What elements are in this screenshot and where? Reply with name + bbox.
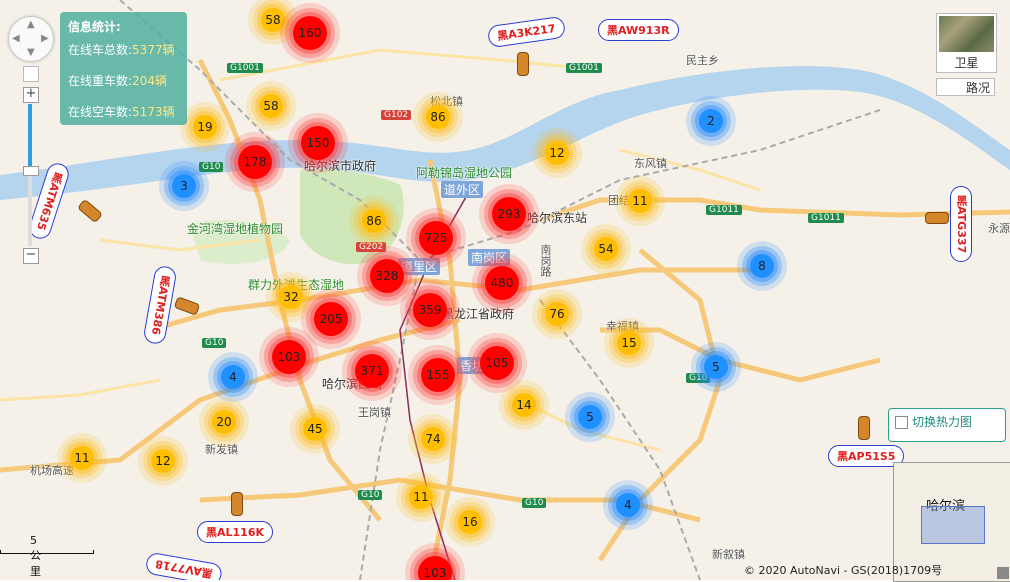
pan-left-icon[interactable]: ◀ [12, 33, 20, 44]
car-icon[interactable] [231, 492, 243, 516]
stats-panel: 信息统计: 在线车总数:5377辆 在线重车数:204辆 在线空车数:5173辆 [60, 12, 187, 125]
highway-g1001-east: G1001 [566, 63, 602, 73]
highway-g1011-east: G1011 [808, 213, 844, 223]
highway-g10-south: G10 [358, 490, 383, 500]
cluster-count[interactable]: 3 [172, 174, 196, 198]
copyright-text: © 2020 AutoNavi - GS(2018)1709号 [744, 564, 943, 577]
satellite-label: 卫星 [954, 56, 979, 70]
cluster-count[interactable]: 5 [704, 355, 728, 379]
place-minzhu: 民主乡 [686, 54, 719, 67]
stats-total-label: 在线车总数: [68, 43, 133, 57]
stats-total-value: 5377辆 [132, 43, 175, 57]
district-daowai: 道外区 [441, 181, 484, 198]
pan-control[interactable]: ▲ ▼ ◀ ▶ [8, 16, 54, 62]
cluster-count[interactable]: 11 [409, 485, 433, 509]
cluster-count[interactable]: 5 [578, 405, 602, 429]
pan-down-icon[interactable]: ▼ [27, 47, 35, 58]
highway-g1011-west: G1011 [706, 205, 742, 215]
cluster-count[interactable]: 74 [421, 427, 445, 451]
stats-heavy-value: 204辆 [132, 74, 167, 88]
cluster-count[interactable]: 328 [370, 259, 404, 293]
pan-right-icon[interactable]: ▶ [41, 33, 49, 44]
cluster-count[interactable]: 105 [480, 346, 514, 380]
cluster-count[interactable]: 76 [545, 302, 569, 326]
highway-g10-west: G10 [202, 338, 227, 348]
heatmap-checkbox[interactable] [895, 416, 908, 429]
stats-total-row: 在线车总数:5377辆 [68, 41, 179, 58]
cluster-count[interactable]: 160 [293, 16, 327, 50]
locate-icon[interactable] [23, 66, 39, 82]
cluster-count[interactable]: 371 [355, 354, 389, 388]
cluster-count[interactable]: 16 [458, 510, 482, 534]
cluster-count[interactable]: 150 [301, 126, 335, 160]
cluster-count[interactable]: 725 [419, 221, 453, 255]
satellite-thumbnail [939, 16, 994, 52]
heatmap-label: 切换热力图 [912, 415, 973, 429]
place-jinhe-botanical: 金河湾湿地植物园 [187, 222, 284, 236]
place-dongfeng: 东风镇 [634, 157, 667, 170]
cluster-count[interactable]: 8 [750, 254, 774, 278]
scale-line [0, 550, 94, 554]
place-yongyuan: 永源 [988, 222, 1010, 235]
cluster-count[interactable]: 11 [70, 446, 94, 470]
place-ajinhe-wetland: 阿勒锦岛湿地公园 [416, 166, 513, 180]
zoom-slider-fill [28, 104, 32, 172]
cluster-count[interactable]: 20 [212, 410, 236, 434]
stats-empty-label: 在线空车数: [68, 105, 133, 119]
cluster-count[interactable]: 4 [616, 493, 640, 517]
cluster-count[interactable]: 2 [699, 109, 723, 133]
cluster-count[interactable]: 103 [272, 340, 306, 374]
cluster-count[interactable]: 86 [426, 105, 450, 129]
collapse-overview-icon[interactable] [997, 567, 1009, 579]
stats-heavy-label: 在线重车数: [68, 74, 133, 88]
cluster-count[interactable]: 32 [279, 285, 303, 309]
car-icon[interactable] [925, 212, 949, 224]
satellite-toggle[interactable]: 卫星 [936, 13, 997, 73]
cluster-count[interactable]: 205 [314, 302, 348, 336]
car-icon[interactable] [517, 52, 529, 76]
cluster-count[interactable]: 54 [594, 237, 618, 261]
zoom-in-button[interactable]: + [23, 87, 39, 103]
stats-empty-value: 5173辆 [132, 105, 175, 119]
stats-title: 信息统计: [68, 20, 121, 34]
cluster-count[interactable]: 12 [545, 141, 569, 165]
stats-empty-row: 在线空车数:5173辆 [68, 103, 179, 120]
cluster-count[interactable]: 11 [628, 189, 652, 213]
cluster-count[interactable]: 359 [413, 293, 447, 327]
vehicle-plate[interactable]: 黑ATG337 [950, 186, 972, 263]
cluster-count[interactable]: 15 [617, 331, 641, 355]
cluster-count[interactable]: 14 [512, 393, 536, 417]
car-icon[interactable] [858, 416, 870, 440]
zoom-out-button[interactable]: − [23, 248, 39, 264]
cluster-count[interactable]: 58 [259, 94, 283, 118]
cluster-count[interactable]: 19 [193, 115, 217, 139]
highway-g1001-west: G1001 [227, 63, 263, 73]
pan-up-icon[interactable]: ▲ [27, 19, 35, 30]
place-xinxu: 新叙镇 [712, 548, 745, 561]
vehicle-plate[interactable]: 黑AW913R [598, 19, 679, 41]
cluster-count[interactable]: 293 [492, 197, 526, 231]
place-wanggang: 王岗镇 [358, 406, 391, 419]
cluster-count[interactable]: 178 [238, 145, 272, 179]
place-nangang-road: 南岗路 [539, 244, 552, 277]
vehicle-plate[interactable]: 黑AL116K [197, 521, 274, 543]
cluster-count[interactable]: 155 [421, 358, 455, 392]
cluster-count[interactable]: 12 [151, 449, 175, 473]
overview-viewport[interactable] [921, 506, 985, 544]
highway-g10-southeast: G10 [522, 498, 547, 508]
cluster-count[interactable]: 480 [485, 266, 519, 300]
highway-g102: G102 [381, 110, 412, 120]
cluster-count[interactable]: 86 [362, 209, 386, 233]
scale-label: 5 公里 [30, 534, 41, 578]
traffic-toggle[interactable]: 路况 [936, 78, 995, 96]
zoom-slider-handle[interactable] [23, 166, 39, 176]
cluster-count[interactable]: 45 [303, 417, 327, 441]
heatmap-toggle[interactable]: 切换热力图 [888, 408, 1006, 442]
cluster-count[interactable]: 4 [221, 365, 245, 389]
stats-heavy-row: 在线重车数:204辆 [68, 72, 179, 89]
